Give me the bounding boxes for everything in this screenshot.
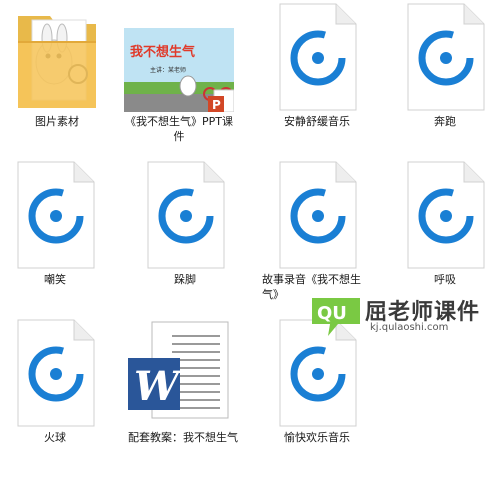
file-item-audio[interactable]: 故事录音《我不想生气》 [262,160,372,310]
watermark-logo-icon: QU [312,298,360,336]
audio-file-icon [130,160,240,270]
audio-file-icon [0,318,110,428]
file-item-word[interactable]: W 配套教案：我不想生气 [128,318,238,468]
audio-file-icon [262,160,372,270]
audio-file-icon [390,2,500,112]
audio-file-icon [390,160,500,270]
watermark: QU 屈老师课件 kj.qulaoshi.com [308,294,498,344]
folder-icon [2,2,112,112]
file-label: 《我不想生气》PPT课件 [125,115,233,143]
file-item-audio[interactable]: 跺脚 [130,160,240,310]
file-label: 安静舒缓音乐 [284,115,350,128]
file-label: 嘲笑 [44,273,66,286]
svg-text:P: P [212,98,221,112]
file-label: 火球 [44,431,66,444]
svg-text:主讲：某老师: 主讲：某老师 [150,66,186,74]
watermark-url: kj.qulaoshi.com [370,322,449,333]
file-label: 跺脚 [174,273,196,286]
file-item-audio[interactable]: 呼吸 [390,160,500,310]
word-doc-icon: W [128,318,238,428]
svg-text:W: W [134,363,183,410]
svg-text:我不想生气: 我不想生气 [130,44,195,60]
svg-text:QU: QU [317,303,347,324]
file-item-audio[interactable]: 安静舒缓音乐 [262,2,372,152]
file-label: 奔跑 [434,115,456,128]
audio-file-icon [0,160,110,270]
ppt-thumbnail: 我不想生气 主讲：某老师 P [124,2,235,120]
file-item-ppt[interactable]: 我不想生气 主讲：某老师 P 《我不想生气》PPT课件 [124,2,235,152]
file-label: 呼吸 [434,273,456,286]
file-item-audio[interactable]: 奔跑 [390,2,500,152]
file-item-audio[interactable]: 嘲笑 [0,160,110,310]
file-label: 配套教案：我不想生气 [128,431,238,444]
audio-file-icon [262,2,372,112]
file-item-audio[interactable]: 火球 [0,318,110,468]
file-item-folder[interactable]: 图片素材 [2,2,112,152]
file-label: 图片素材 [35,115,79,128]
file-label: 愉快欢乐音乐 [284,431,350,444]
